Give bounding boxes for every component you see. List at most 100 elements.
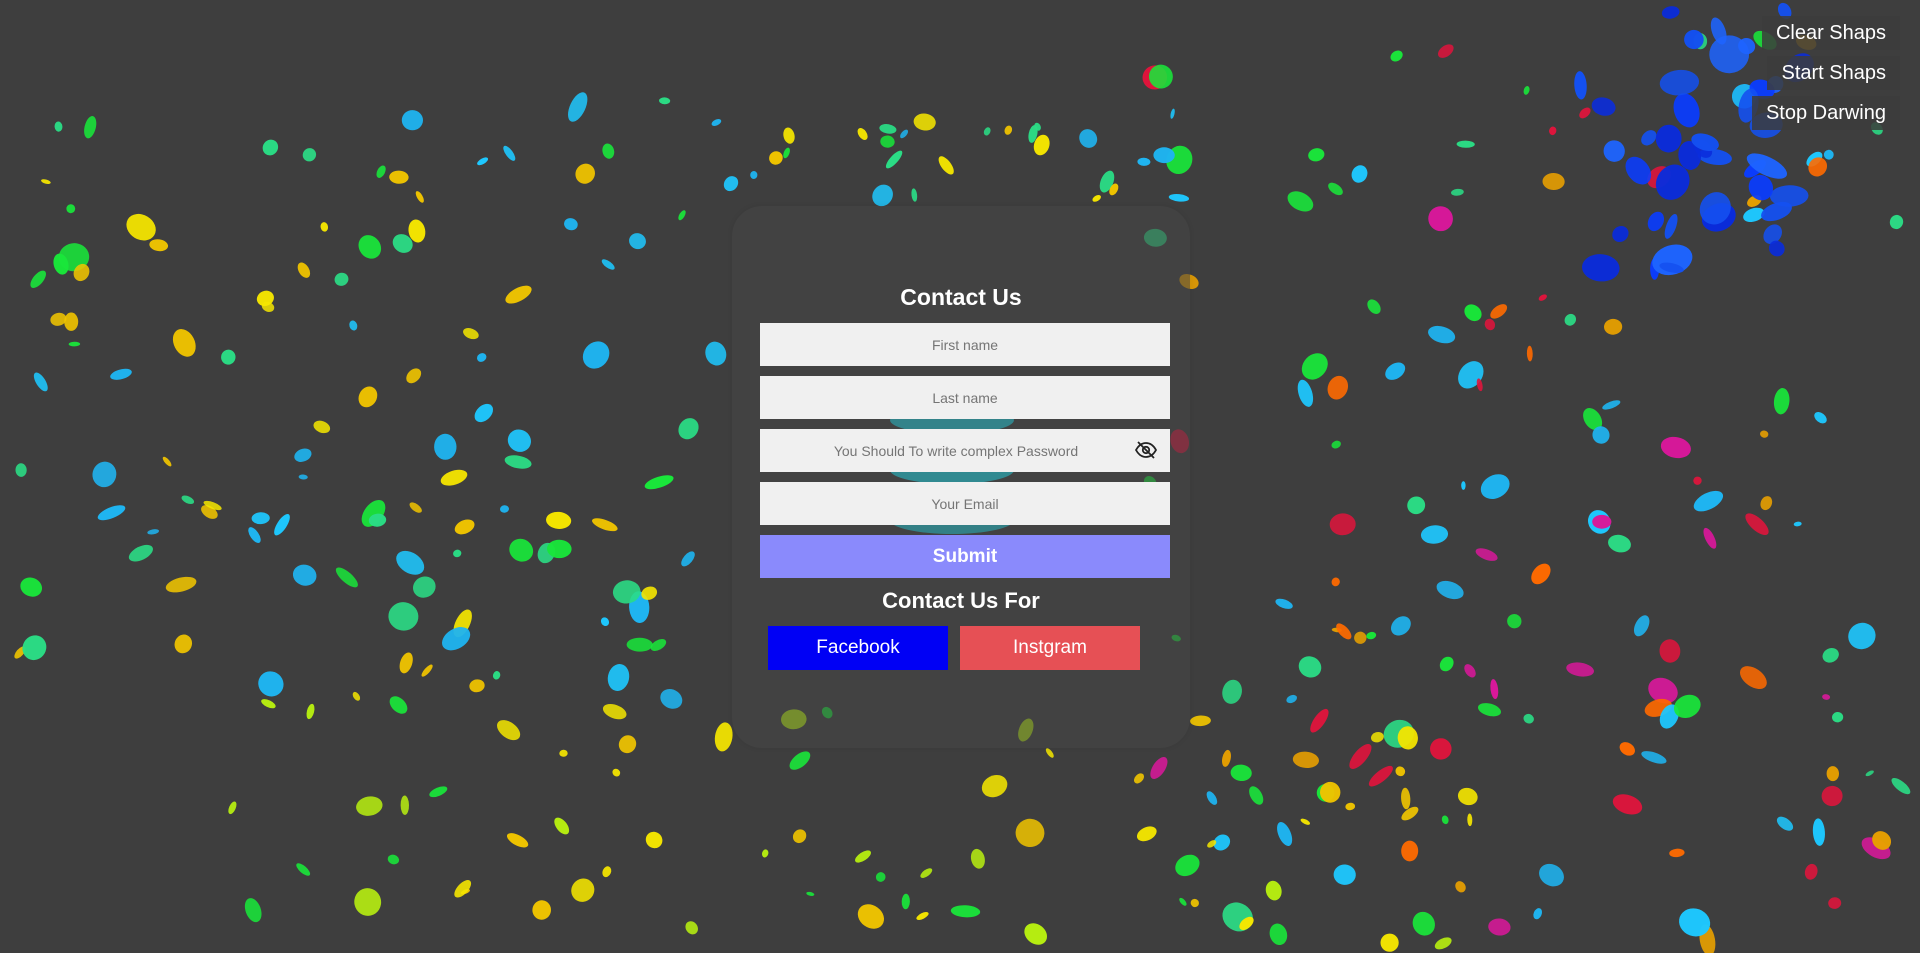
confetti-shape bbox=[1490, 679, 1499, 700]
confetti-shape bbox=[244, 898, 262, 923]
instagram-button[interactable]: Instgram bbox=[960, 626, 1140, 670]
confetti-shape bbox=[352, 691, 361, 701]
confetti-shape bbox=[1401, 806, 1419, 821]
confetti-shape bbox=[1439, 656, 1454, 672]
confetti-shape bbox=[1526, 345, 1533, 362]
confetti-shape bbox=[1349, 744, 1372, 769]
confetti-shape bbox=[1275, 598, 1293, 609]
confetti-shape bbox=[492, 671, 501, 680]
email-input[interactable] bbox=[760, 482, 1170, 525]
start-shapes-button[interactable]: Start Shaps bbox=[1767, 56, 1900, 90]
confetti-shape bbox=[1168, 193, 1190, 202]
confetti-shape bbox=[296, 863, 311, 876]
confetti-shape bbox=[723, 176, 739, 192]
confetti-shape bbox=[916, 912, 929, 920]
confetti-shape bbox=[769, 151, 783, 165]
confetti-shape bbox=[1669, 848, 1685, 858]
confetti-shape bbox=[1531, 563, 1551, 585]
contact-form-card: Contact Us Submit Contact Us For Faceboo… bbox=[732, 206, 1190, 748]
confetti-shape bbox=[1407, 496, 1426, 515]
confetti-shape bbox=[1655, 124, 1682, 153]
confetti-shape bbox=[1249, 786, 1264, 805]
confetti-shape bbox=[1390, 50, 1403, 62]
confetti-shape bbox=[1015, 818, 1045, 848]
password-input[interactable] bbox=[760, 429, 1170, 472]
confetti-shape bbox=[258, 671, 284, 697]
clear-shapes-button[interactable]: Clear Shaps bbox=[1761, 16, 1900, 50]
confetti-shape bbox=[659, 97, 671, 105]
confetti-shape bbox=[302, 148, 317, 162]
confetti-shape bbox=[1385, 362, 1406, 380]
first-name-input[interactable] bbox=[760, 323, 1170, 366]
confetti-shape bbox=[792, 829, 807, 844]
confetti-shape bbox=[1206, 791, 1218, 805]
confetti-shape bbox=[857, 128, 868, 140]
confetti-shape bbox=[913, 113, 936, 131]
confetti-shape bbox=[1659, 639, 1681, 663]
confetti-shape bbox=[440, 469, 468, 486]
confetti-shape bbox=[1574, 71, 1587, 100]
confetti-shape bbox=[1434, 937, 1452, 950]
confetti-shape bbox=[298, 474, 308, 480]
confetti-shape bbox=[1457, 787, 1478, 806]
confetti-shape bbox=[261, 699, 276, 709]
confetti-shape bbox=[1592, 514, 1612, 529]
confetti-shape bbox=[855, 850, 871, 863]
confetti-shape bbox=[789, 751, 811, 770]
drawing-canvas[interactable]: Clear Shaps Start Shaps Stop Darwing Con… bbox=[0, 0, 1920, 953]
confetti-shape bbox=[783, 147, 790, 159]
confetti-shape bbox=[1133, 773, 1145, 784]
confetti-shape bbox=[1438, 44, 1454, 58]
confetti-shape bbox=[1612, 794, 1643, 815]
confetti-shape bbox=[1533, 908, 1543, 920]
facebook-button[interactable]: Facebook bbox=[768, 626, 948, 670]
confetti-shape bbox=[506, 833, 529, 848]
confetti-shape bbox=[1633, 615, 1650, 637]
confetti-shape bbox=[1428, 206, 1453, 232]
confetti-shape bbox=[165, 576, 197, 593]
confetti-shape bbox=[1793, 521, 1802, 527]
eye-slash-icon[interactable] bbox=[1134, 438, 1158, 462]
confetti-shape bbox=[274, 513, 290, 536]
confetti-shape bbox=[1608, 534, 1631, 553]
confetti-shape bbox=[1591, 97, 1616, 116]
stop-drawing-button[interactable]: Stop Darwing bbox=[1751, 96, 1900, 130]
confetti-shape bbox=[262, 139, 279, 156]
confetti-shape bbox=[1673, 93, 1700, 128]
confetti-shape bbox=[221, 349, 236, 365]
confetti-shape bbox=[1477, 703, 1502, 717]
confetti-shape bbox=[546, 511, 572, 529]
confetti-shape bbox=[1776, 816, 1794, 831]
confetti-shape bbox=[1461, 481, 1466, 490]
confetti-shape bbox=[251, 512, 270, 525]
confetti-shape bbox=[1538, 294, 1547, 301]
confetti-shape bbox=[1832, 711, 1844, 723]
confetti-shape bbox=[1822, 694, 1831, 700]
submit-button[interactable]: Submit bbox=[760, 535, 1170, 578]
confetti-shape bbox=[626, 637, 653, 652]
confetti-shape bbox=[644, 475, 674, 490]
confetti-shape bbox=[1451, 188, 1464, 196]
confetti-shape bbox=[509, 538, 534, 562]
confetti-shape bbox=[1821, 785, 1843, 807]
confetti-shape bbox=[454, 519, 475, 535]
last-name-input[interactable] bbox=[760, 376, 1170, 419]
confetti-shape bbox=[92, 461, 117, 488]
confetti-shape bbox=[335, 567, 358, 588]
confetti-shape bbox=[409, 502, 422, 513]
confetti-shape bbox=[880, 135, 895, 148]
confetti-shape bbox=[434, 433, 457, 460]
confetti-shape bbox=[1354, 631, 1367, 644]
confetti-shape bbox=[388, 602, 419, 631]
confetti-shape bbox=[320, 222, 329, 232]
confetti-shape bbox=[750, 171, 758, 179]
confetti-shape bbox=[1092, 194, 1101, 202]
confetti-shape bbox=[1329, 513, 1356, 536]
confetti-shape bbox=[1370, 731, 1384, 743]
confetti-shape bbox=[387, 854, 400, 865]
confetti-shape bbox=[762, 849, 769, 858]
confetti-shape bbox=[1428, 325, 1456, 344]
confetti-shape bbox=[415, 191, 424, 203]
confetti-shape bbox=[20, 577, 43, 597]
confetti-shape bbox=[564, 218, 578, 231]
